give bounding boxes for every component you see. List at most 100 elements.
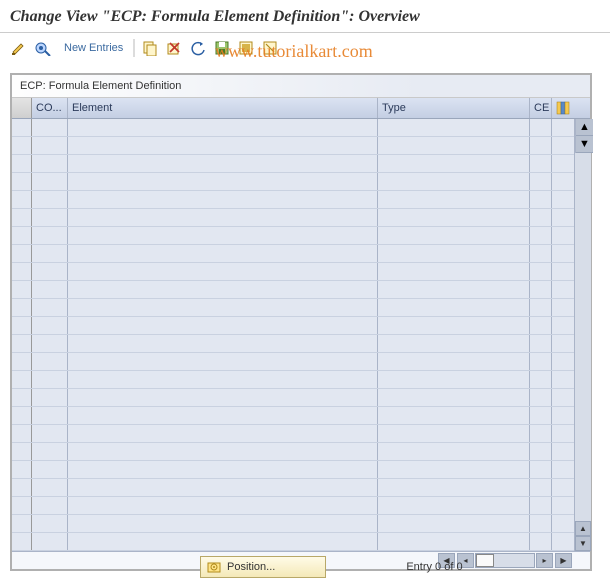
deselect-all-icon[interactable]	[261, 39, 279, 57]
cell-co[interactable]	[32, 443, 68, 460]
cell-element[interactable]	[68, 137, 378, 154]
cell-co[interactable]	[32, 497, 68, 514]
table-row[interactable]	[12, 335, 574, 353]
column-header-type[interactable]: Type	[378, 98, 530, 118]
cell-type[interactable]	[378, 461, 530, 478]
row-selector[interactable]	[12, 155, 32, 172]
cell-type[interactable]	[378, 407, 530, 424]
cell-type[interactable]	[378, 317, 530, 334]
cell-type[interactable]	[378, 281, 530, 298]
cell-ce[interactable]	[530, 191, 552, 208]
cell-ce[interactable]	[530, 371, 552, 388]
cell-type[interactable]	[378, 425, 530, 442]
table-row[interactable]	[12, 137, 574, 155]
cell-type[interactable]	[378, 371, 530, 388]
cell-co[interactable]	[32, 425, 68, 442]
row-selector[interactable]	[12, 191, 32, 208]
cell-co[interactable]	[32, 335, 68, 352]
row-selector[interactable]	[12, 371, 32, 388]
table-row[interactable]	[12, 299, 574, 317]
cell-ce[interactable]	[530, 155, 552, 172]
row-selector[interactable]	[12, 209, 32, 226]
cell-ce[interactable]	[530, 353, 552, 370]
cell-type[interactable]	[378, 173, 530, 190]
cell-ce[interactable]	[530, 317, 552, 334]
cell-co[interactable]	[32, 317, 68, 334]
column-header-ce[interactable]: CE	[530, 98, 552, 118]
table-row[interactable]	[12, 515, 574, 533]
change-display-icon[interactable]	[10, 39, 28, 57]
cell-ce[interactable]	[530, 245, 552, 262]
cell-element[interactable]	[68, 353, 378, 370]
row-selector[interactable]	[12, 461, 32, 478]
table-row[interactable]	[12, 443, 574, 461]
cell-type[interactable]	[378, 245, 530, 262]
cell-co[interactable]	[32, 227, 68, 244]
row-selector[interactable]	[12, 425, 32, 442]
table-row[interactable]	[12, 353, 574, 371]
row-selector[interactable]	[12, 263, 32, 280]
row-selector[interactable]	[12, 317, 32, 334]
table-row[interactable]	[12, 461, 574, 479]
cell-type[interactable]	[378, 497, 530, 514]
table-row[interactable]	[12, 227, 574, 245]
cell-ce[interactable]	[530, 137, 552, 154]
table-row[interactable]	[12, 371, 574, 389]
cell-co[interactable]	[32, 299, 68, 316]
table-row[interactable]	[12, 245, 574, 263]
scroll-up-icon[interactable]: ▲	[576, 119, 593, 136]
save-icon[interactable]	[213, 39, 231, 57]
row-selector[interactable]	[12, 389, 32, 406]
cell-ce[interactable]	[530, 119, 552, 136]
cell-co[interactable]	[32, 119, 68, 136]
cell-co[interactable]	[32, 137, 68, 154]
column-header-co[interactable]: CO...	[32, 98, 68, 118]
row-selector[interactable]	[12, 479, 32, 496]
cell-element[interactable]	[68, 191, 378, 208]
cell-type[interactable]	[378, 119, 530, 136]
cell-element[interactable]	[68, 299, 378, 316]
cell-element[interactable]	[68, 155, 378, 172]
cell-element[interactable]	[68, 443, 378, 460]
cell-type[interactable]	[378, 389, 530, 406]
row-selector[interactable]	[12, 353, 32, 370]
cell-co[interactable]	[32, 389, 68, 406]
cell-element[interactable]	[68, 317, 378, 334]
cell-element[interactable]	[68, 245, 378, 262]
cell-element[interactable]	[68, 263, 378, 280]
row-selector[interactable]	[12, 407, 32, 424]
table-row[interactable]	[12, 425, 574, 443]
table-row[interactable]	[12, 119, 574, 137]
cell-co[interactable]	[32, 515, 68, 532]
cell-element[interactable]	[68, 281, 378, 298]
cell-co[interactable]	[32, 281, 68, 298]
row-selector[interactable]	[12, 245, 32, 262]
table-row[interactable]	[12, 191, 574, 209]
cell-element[interactable]	[68, 425, 378, 442]
cell-ce[interactable]	[530, 407, 552, 424]
cell-co[interactable]	[32, 191, 68, 208]
cell-ce[interactable]	[530, 479, 552, 496]
cell-ce[interactable]	[530, 173, 552, 190]
row-selector[interactable]	[12, 497, 32, 514]
cell-element[interactable]	[68, 479, 378, 496]
table-row[interactable]	[12, 479, 574, 497]
cell-element[interactable]	[68, 209, 378, 226]
cell-ce[interactable]	[530, 425, 552, 442]
table-row[interactable]	[12, 389, 574, 407]
cell-element[interactable]	[68, 173, 378, 190]
row-selector[interactable]	[12, 137, 32, 154]
cell-co[interactable]	[32, 209, 68, 226]
other-view-icon[interactable]	[34, 39, 54, 57]
row-selector[interactable]	[12, 299, 32, 316]
cell-co[interactable]	[32, 245, 68, 262]
scroll-up-bottom-icon[interactable]: ▲	[575, 521, 591, 536]
cell-co[interactable]	[32, 461, 68, 478]
cell-type[interactable]	[378, 479, 530, 496]
cell-type[interactable]	[378, 227, 530, 244]
cell-ce[interactable]	[530, 515, 552, 532]
table-row[interactable]	[12, 173, 574, 191]
cell-ce[interactable]	[530, 299, 552, 316]
table-row[interactable]	[12, 407, 574, 425]
cell-ce[interactable]	[530, 263, 552, 280]
